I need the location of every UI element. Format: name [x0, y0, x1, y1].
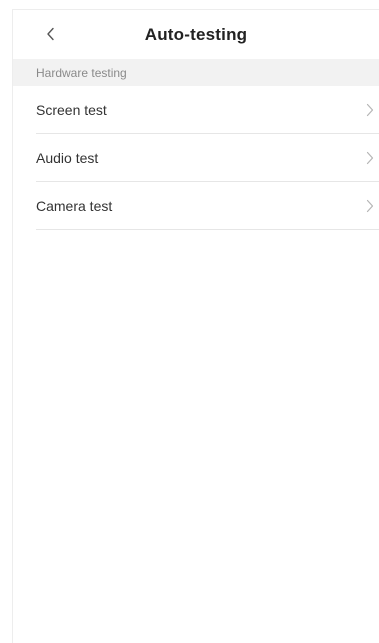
list-item-label: Screen test [36, 101, 107, 118]
list-item-camera-test[interactable]: Camera test [36, 182, 379, 230]
chevron-left-icon [47, 27, 54, 41]
list-item-screen-test[interactable]: Screen test [36, 86, 379, 134]
top-bar: Auto-testing [13, 10, 379, 59]
chevron-right-icon [366, 103, 374, 117]
app-screen: Auto-testing Hardware testing Screen tes… [12, 9, 379, 643]
list-item-audio-test[interactable]: Audio test [36, 134, 379, 182]
chevron-right-icon [366, 151, 374, 165]
list-item-label: Camera test [36, 197, 113, 214]
chevron-right-icon [366, 199, 374, 213]
section-header-hardware: Hardware testing [13, 59, 379, 86]
page-title: Auto-testing [144, 24, 248, 44]
test-list: Screen test Audio test Camera test [13, 86, 379, 230]
back-button[interactable] [39, 22, 63, 46]
list-item-label: Audio test [36, 149, 99, 166]
